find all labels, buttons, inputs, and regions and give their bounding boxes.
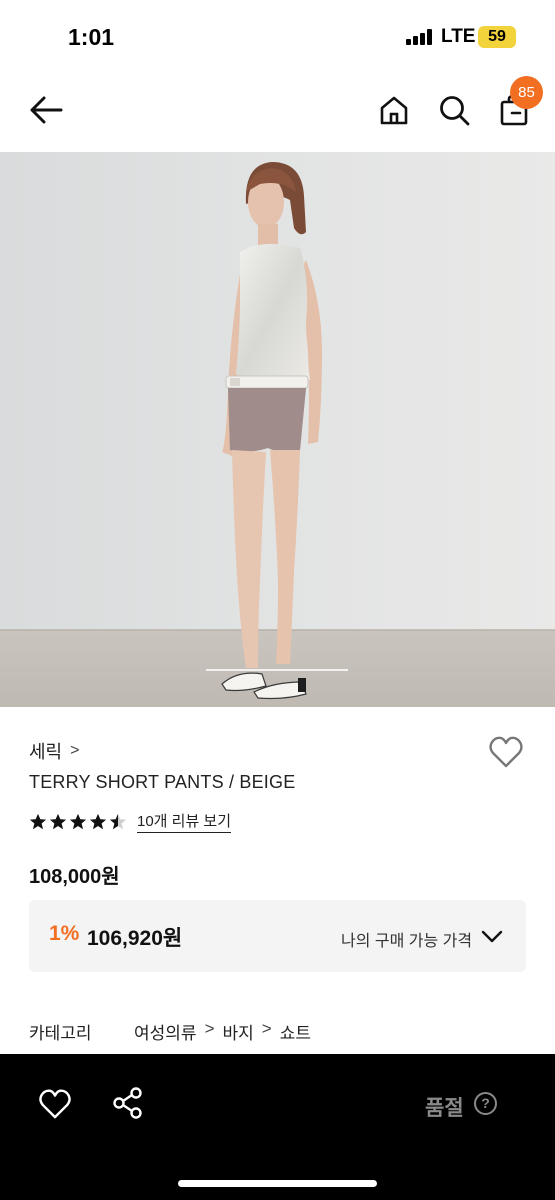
star-rating — [29, 813, 127, 831]
chevron-right-icon: > — [70, 742, 80, 759]
category-label: 카테고리 — [29, 1024, 92, 1043]
bottom-action-bar: 품절 ? — [0, 1054, 555, 1200]
share-icon — [113, 1087, 142, 1119]
category-breadcrumb: 여성의류 > 바지 > 쇼트 — [134, 1019, 311, 1044]
category-item[interactable]: 바지 — [223, 1019, 254, 1044]
help-icon[interactable]: ? — [474, 1092, 497, 1115]
status-time: 1:01 — [68, 24, 115, 50]
chevron-right-icon: > — [204, 1019, 215, 1038]
heart-icon — [39, 1089, 71, 1119]
brand-link[interactable]: 세릭 > — [29, 738, 79, 764]
signal-icon — [406, 29, 436, 45]
review-link[interactable]: 10개 리뷰 보기 — [137, 810, 232, 833]
rating-row: 10개 리뷰 보기 — [29, 810, 232, 833]
search-button[interactable] — [434, 90, 474, 130]
cart-count-badge: 85 — [510, 76, 543, 109]
brand-name: 세릭 — [29, 742, 63, 762]
star-icon — [29, 813, 47, 829]
home-icon — [380, 96, 408, 125]
search-icon — [440, 96, 470, 126]
battery-icon: 59 — [478, 26, 516, 48]
top-nav — [0, 72, 555, 152]
share-button[interactable] — [112, 1087, 144, 1119]
my-price-box[interactable]: 1% 106,920원 나의 구매 가능 가격 — [29, 900, 526, 972]
chevron-right-icon: > — [261, 1019, 272, 1038]
product-image[interactable] — [0, 152, 555, 707]
my-price-label: 나의 구매 가능 가격 — [341, 933, 473, 950]
chevron-down-icon — [481, 930, 503, 943]
home-indicator — [178, 1180, 377, 1187]
network-label: LTE — [441, 26, 476, 47]
heart-icon — [489, 736, 523, 768]
arrow-left-icon — [30, 96, 63, 124]
star-icon — [69, 813, 87, 829]
status-bar: 1:01 LTE 59 — [0, 0, 555, 72]
wishlist-button[interactable] — [488, 735, 524, 769]
home-button[interactable] — [374, 90, 414, 130]
back-button[interactable] — [26, 90, 66, 130]
product-photo — [0, 152, 555, 707]
like-button[interactable] — [38, 1088, 72, 1120]
star-icon — [89, 813, 107, 829]
discount-rate: 1% — [49, 922, 80, 945]
star-icon — [109, 813, 127, 829]
soldout-label: 품절 — [425, 1097, 464, 1120]
product-title: TERRY SHORT PANTS / BEIGE — [29, 772, 296, 792]
star-icon — [49, 813, 67, 829]
discount-price: 106,920원 — [87, 927, 183, 950]
category-item[interactable]: 쇼트 — [280, 1019, 311, 1044]
product-price: 108,000원 — [29, 866, 120, 888]
category-item[interactable]: 여성의류 — [134, 1019, 197, 1044]
